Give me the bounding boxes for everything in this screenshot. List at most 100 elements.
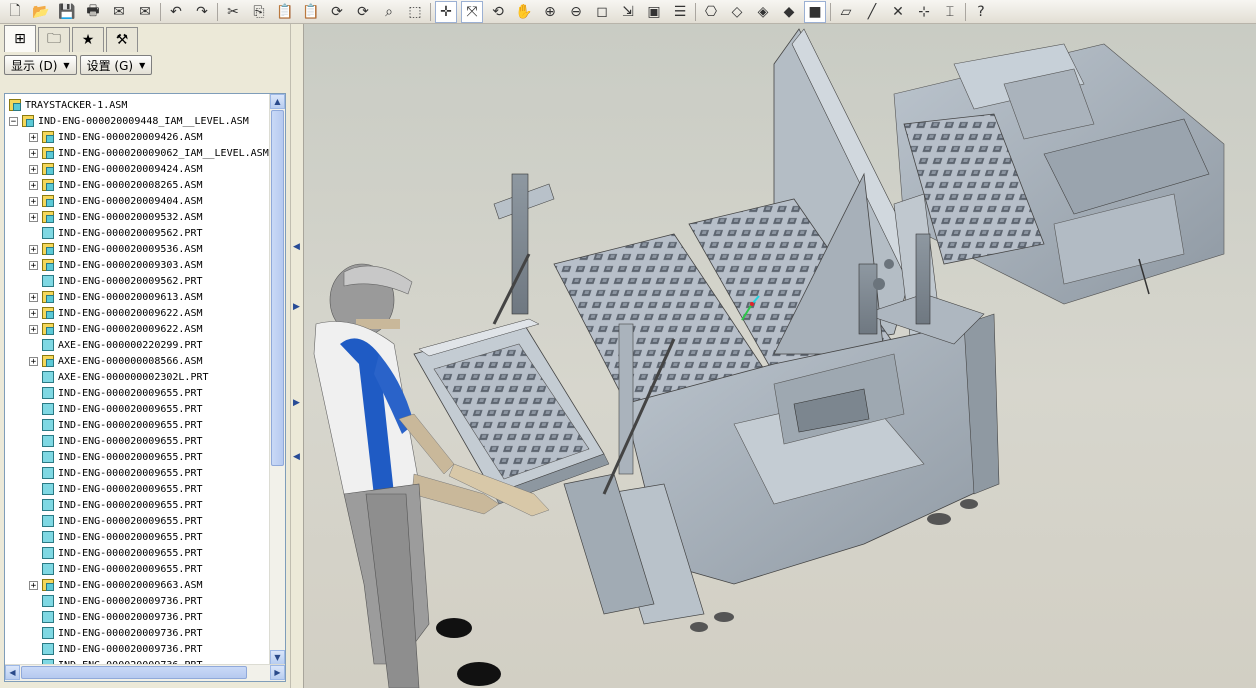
tree-node[interactable]: + IND-ENG-000020009613.ASM [5, 289, 271, 305]
cut-button[interactable]: ✂ [222, 1, 244, 23]
expand-icon[interactable]: + [29, 212, 38, 222]
panel-splitter[interactable]: ◀ ▶ ▶ ◀ [290, 24, 304, 688]
tree-node[interactable]: IND-ENG-000020009655.PRT [5, 465, 271, 481]
find-button[interactable]: ⌕ [378, 1, 400, 23]
tree-node[interactable]: IND-ENG-000020009736.PRT [5, 641, 271, 657]
tree-node[interactable]: + IND-ENG-000020009622.ASM [5, 305, 271, 321]
expand-icon[interactable]: + [29, 308, 38, 318]
expand-icon[interactable]: + [29, 260, 38, 270]
favorites-tab[interactable]: ★ [72, 27, 104, 52]
paste-button[interactable]: 📋 [274, 1, 296, 23]
tree-node[interactable]: + IND-ENG-000020009303.ASM [5, 257, 271, 273]
layers-button[interactable]: ☰ [669, 1, 691, 23]
shading-button[interactable]: ■ [804, 0, 826, 23]
zoom-out-button[interactable]: ⊖ [565, 1, 587, 23]
datum-axes-button[interactable]: ╱ [861, 1, 883, 23]
show-menu-button[interactable]: 显示 (D) ▼ [4, 55, 77, 75]
expand-icon[interactable]: + [29, 180, 38, 190]
tree-node[interactable]: + IND-ENG-000020009062_IAM__LEVEL.ASM [5, 145, 271, 161]
tree-horizontal-scrollbar[interactable]: ◀ ▶ [5, 664, 285, 681]
tree-node[interactable]: IND-ENG-000020009736.PRT [5, 609, 271, 625]
connections-tab[interactable]: ⚒ [106, 27, 138, 52]
collapse-icon[interactable]: − [9, 116, 18, 126]
tree-node[interactable]: + IND-ENG-000020009426.ASM [5, 129, 271, 145]
tree-node[interactable]: + AXE-ENG-000000008566.ASM [5, 353, 271, 369]
view-manager-button[interactable]: ▣ [643, 1, 665, 23]
undo-button[interactable]: ↶ [165, 1, 187, 23]
expand-icon[interactable]: + [29, 164, 38, 174]
datum-axis-button[interactable]: ⤧ [461, 0, 483, 23]
scroll-up-icon[interactable]: ▲ [270, 94, 285, 109]
settings-menu-button[interactable]: 设置 (G) ▼ [79, 55, 153, 75]
expand-icon[interactable]: + [29, 148, 38, 158]
print-button[interactable]: 🖶 [82, 1, 104, 23]
no-hidden-button[interactable]: ◆ [778, 1, 800, 23]
paste-special-button[interactable]: 📋 [300, 1, 322, 23]
expand-icon[interactable]: + [29, 244, 38, 254]
collapse-left-icon[interactable]: ◀ [293, 452, 301, 464]
tree-node[interactable]: + IND-ENG-000020009404.ASM [5, 193, 271, 209]
expand-icon[interactable]: + [29, 196, 38, 206]
expand-icon[interactable]: + [29, 324, 38, 334]
graphics-window[interactable] [304, 24, 1256, 688]
tree-node[interactable]: AXE-ENG-000000002302L.PRT [5, 369, 271, 385]
tree-node[interactable]: + IND-ENG-000020009532.ASM [5, 209, 271, 225]
copy-button[interactable]: ⎘ [248, 1, 270, 23]
tree-node[interactable]: IND-ENG-000020009562.PRT [5, 273, 271, 289]
coordinate-systems-button[interactable]: ⊹ [913, 1, 935, 23]
folder-browser-tab[interactable]: 🗀 [38, 27, 70, 52]
new-file-button[interactable]: 🗋 [4, 1, 26, 23]
expand-icon[interactable]: + [29, 356, 38, 366]
model-tree-settings-button[interactable]: ⎔ [700, 1, 722, 23]
scroll-down-icon[interactable]: ▼ [270, 650, 285, 665]
redo-button[interactable]: ↷ [191, 1, 213, 23]
spin-center-button[interactable]: ✛ [435, 0, 457, 23]
collapse-left-icon[interactable]: ◀ [293, 242, 301, 254]
hidden-line-button[interactable]: ◈ [752, 1, 774, 23]
horizontal-scroll-thumb[interactable] [21, 666, 247, 679]
pan-button[interactable]: ✋ [513, 1, 535, 23]
tree-node[interactable]: IND-ENG-000020009655.PRT [5, 385, 271, 401]
tree-node[interactable]: IND-ENG-000020009655.PRT [5, 529, 271, 545]
expand-right-icon[interactable]: ▶ [293, 398, 301, 410]
open-button[interactable]: 📂 [30, 1, 52, 23]
scroll-right-icon[interactable]: ▶ [270, 665, 285, 680]
wireframe-button[interactable]: ◇ [726, 1, 748, 23]
annotations-button[interactable]: ⌶ [939, 1, 961, 23]
tree-node[interactable]: IND-ENG-000020009655.PRT [5, 401, 271, 417]
send-mail-button[interactable]: ✉ [108, 1, 130, 23]
tree-vertical-scrollbar[interactable]: ▲ ▼ [269, 94, 285, 665]
tree-node[interactable]: IND-ENG-000020009655.PRT [5, 497, 271, 513]
select-box-button[interactable]: ⬚ [404, 1, 426, 23]
tree-node[interactable]: + IND-ENG-000020009663.ASM [5, 577, 271, 593]
tree-node[interactable]: + IND-ENG-000020008265.ASM [5, 177, 271, 193]
scroll-left-icon[interactable]: ◀ [5, 665, 20, 680]
regenerate-manager-button[interactable]: ⟳ [352, 1, 374, 23]
tree-node[interactable]: + IND-ENG-000020009622.ASM [5, 321, 271, 337]
expand-right-icon[interactable]: ▶ [293, 302, 301, 314]
send-mail-alt-button[interactable]: ✉ [134, 1, 156, 23]
regenerate-button[interactable]: ⟳ [326, 1, 348, 23]
tree-node[interactable]: IND-ENG-000020009655.PRT [5, 481, 271, 497]
tree-node[interactable]: IND-ENG-000020009655.PRT [5, 449, 271, 465]
save-button[interactable]: 💾 [56, 1, 78, 23]
tree-node[interactable]: IND-ENG-000020009655.PRT [5, 433, 271, 449]
datum-planes-button[interactable]: ▱ [835, 1, 857, 23]
context-help-button[interactable]: ? [970, 1, 992, 23]
tree-node[interactable]: IND-ENG-000020009736.PRT [5, 593, 271, 609]
saved-view-button[interactable]: ⇲ [617, 1, 639, 23]
tree-node[interactable]: IND-ENG-000020009655.PRT [5, 561, 271, 577]
zoom-in-button[interactable]: ⊕ [539, 1, 561, 23]
tree-node[interactable]: AXE-ENG-000000220299.PRT [5, 337, 271, 353]
expand-icon[interactable]: + [29, 580, 38, 590]
refit-button[interactable]: ◻ [591, 1, 613, 23]
tree-node[interactable]: IND-ENG-000020009655.PRT [5, 417, 271, 433]
tree-root[interactable]: TRAYSTACKER-1.ASM [5, 97, 271, 113]
model-tree-tab[interactable]: ⊞ [4, 25, 36, 52]
vertical-scroll-thumb[interactable] [271, 110, 284, 466]
tree-node[interactable]: + IND-ENG-000020009536.ASM [5, 241, 271, 257]
tree-node[interactable]: + IND-ENG-000020009424.ASM [5, 161, 271, 177]
tree-node[interactable]: − IND-ENG-000020009448_IAM__LEVEL.ASM [5, 113, 271, 129]
tree-node[interactable]: IND-ENG-000020009655.PRT [5, 513, 271, 529]
orient-button[interactable]: ⟲ [487, 1, 509, 23]
